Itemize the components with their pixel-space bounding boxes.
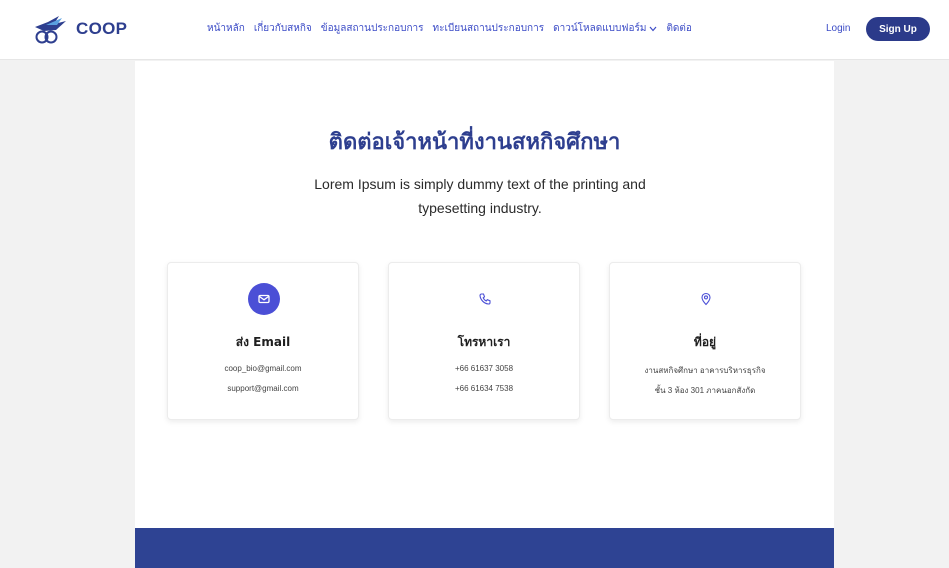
address-line-1: งานสหกิจศึกษา อาคารบริหารธุรกิจ bbox=[644, 366, 766, 375]
chevron-down-icon bbox=[649, 26, 657, 31]
email-icon-badge bbox=[248, 283, 280, 315]
page-subtitle: Lorem Ipsum is simply dummy text of the … bbox=[270, 172, 690, 220]
card-title: ที่อยู่ bbox=[693, 335, 717, 349]
nav-item-downloads[interactable]: ดาวน์โหลดแบบฟอร์ม bbox=[553, 21, 657, 36]
email-address-support[interactable]: support@gmail.com bbox=[168, 384, 358, 393]
subtitle-line-1: Lorem Ipsum is simply dummy text of the … bbox=[314, 176, 646, 192]
subtitle-line-2: typesetting industry. bbox=[418, 200, 542, 216]
bird-logo-icon bbox=[35, 16, 66, 44]
nav-item-company-info[interactable]: ข้อมูลสถานประกอบการ bbox=[321, 21, 424, 36]
nav-item-home[interactable]: หน้าหลัก bbox=[207, 21, 245, 36]
address-line-2: ชั้น 3 ห้อง 301 ภาคนอกสังกัด bbox=[654, 386, 756, 395]
card-title: ส่ง Email bbox=[235, 335, 291, 349]
top-navbar: COOP หน้าหลัก เกี่ยวกับสหกิจ ข้อมูลสถานป… bbox=[0, 0, 949, 60]
phone-icon-badge bbox=[469, 283, 501, 315]
nav-item-company-registry[interactable]: ทะเบียนสถานประกอบการ bbox=[433, 21, 545, 36]
email-address-primary[interactable]: coop_bio@gmail.com bbox=[168, 364, 358, 373]
location-icon-badge bbox=[690, 283, 722, 315]
contact-card-phone: โทรหาเรา +66 61637 3058 +66 61634 7538 bbox=[388, 262, 580, 420]
sign-up-button[interactable]: Sign Up bbox=[866, 17, 930, 41]
location-pin-icon bbox=[701, 292, 711, 306]
login-link[interactable]: Login bbox=[826, 23, 850, 34]
main-nav: หน้าหลัก เกี่ยวกับสหกิจ ข้อมูลสถานประกอบ… bbox=[207, 21, 692, 36]
footer-band bbox=[135, 528, 834, 568]
phone-number-2[interactable]: +66 61634 7538 bbox=[389, 384, 579, 393]
brand-logo[interactable]: COOP bbox=[32, 13, 127, 45]
phone-icon bbox=[479, 293, 491, 305]
card-title: โทรหาเรา bbox=[457, 335, 511, 349]
phone-number-1[interactable]: +66 61637 3058 bbox=[389, 364, 579, 373]
nav-item-about-coop[interactable]: เกี่ยวกับสหกิจ bbox=[254, 21, 312, 36]
nav-item-downloads-label: ดาวน์โหลดแบบฟอร์ม bbox=[553, 23, 647, 34]
page-title: ติดต่อเจ้าหน้าที่งานสหกิจศึกษา bbox=[328, 130, 621, 155]
nav-item-contact[interactable]: ติดต่อ bbox=[666, 21, 692, 36]
contact-card-email: ส่ง Email coop_bio@gmail.com support@gma… bbox=[167, 262, 359, 420]
contact-card-address: ที่อยู่ งานสหกิจศึกษา อาคารบริหารธุรกิจ … bbox=[609, 262, 801, 420]
brand-name: COOP bbox=[76, 19, 128, 38]
envelope-icon bbox=[258, 294, 270, 304]
